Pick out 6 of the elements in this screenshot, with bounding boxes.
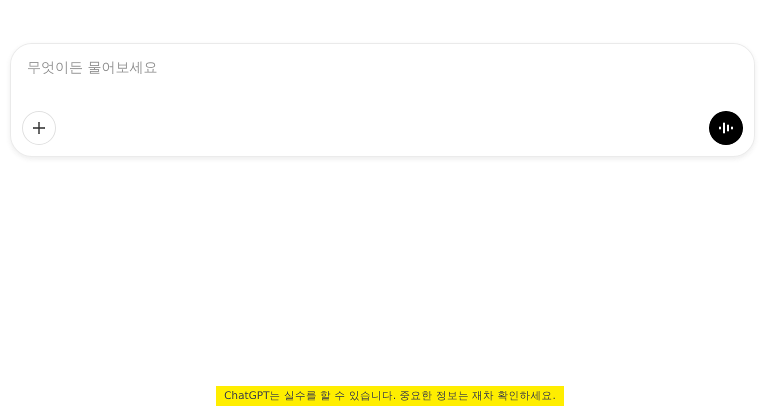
- voice-button[interactable]: [709, 111, 743, 145]
- add-button[interactable]: [22, 111, 56, 145]
- waveform-icon: [718, 122, 734, 134]
- plus-icon: [32, 121, 46, 135]
- disclaimer-text: ChatGPT는 실수를 할 수 있습니다. 중요한 정보는 재차 확인하세요.: [216, 386, 564, 406]
- prompt-input[interactable]: 무엇이든 물어보세요: [22, 56, 743, 80]
